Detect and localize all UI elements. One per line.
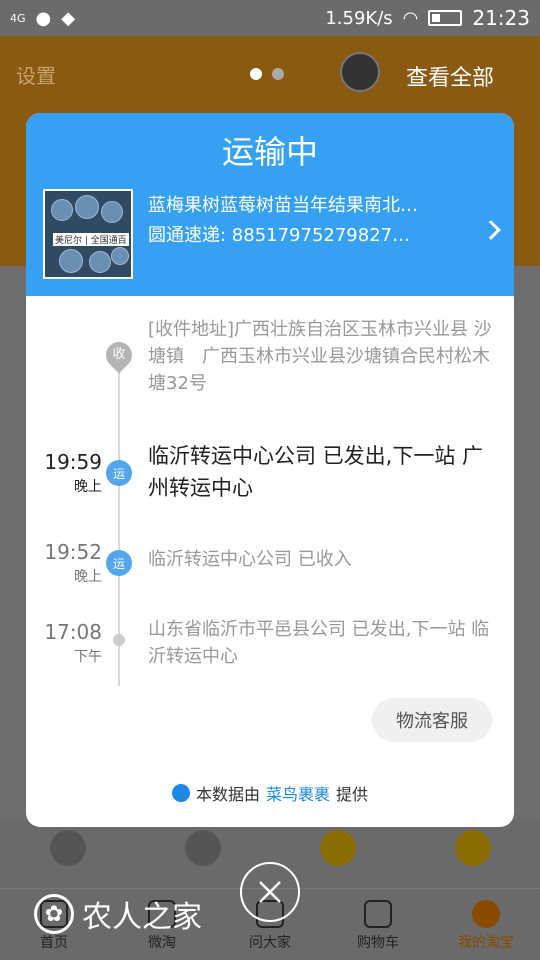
watermark: ✿ 农人之家 xyxy=(34,892,202,936)
delivery-address: [收件地址]广西壮族自治区玉林市兴业县 沙塘镇 广西玉林市兴业县沙塘镇合民村松木… xyxy=(148,319,492,394)
tracking-timeline: 收 [收件地址]广西壮族自治区玉林市兴业县 沙塘镇 广西玉林市兴业县沙塘镇合民村… xyxy=(26,296,514,766)
modal-header[interactable]: 运输中 美尼尔 | 全国通百 蓝梅果树蓝莓树苗当年结果南北… 圆通速递: 885… xyxy=(26,113,514,296)
transit-node-icon: 运 xyxy=(106,550,132,576)
refund-icon xyxy=(184,830,221,866)
event-text: 临沂转运中心公司 已收入 xyxy=(148,549,352,570)
transit-node-icon: 运 xyxy=(106,460,132,486)
event-ampm: 晚上 xyxy=(74,479,102,495)
logistics-modal: 运输中 美尼尔 | 全国通百 蓝梅果树蓝莓树苗当年结果南北… 圆通速递: 885… xyxy=(26,113,514,827)
signal-indicator: 4G xyxy=(10,11,26,25)
page-indicator xyxy=(250,68,284,80)
logistics-service-button[interactable]: 物流客服 xyxy=(372,698,492,742)
event-ampm: 晚上 xyxy=(74,569,102,585)
view-all-link[interactable]: 查看全部 xyxy=(406,60,494,92)
wechat-icon: ● xyxy=(35,7,52,29)
product-thumbnail[interactable]: 美尼尔 | 全国通百 xyxy=(43,189,133,279)
app-icon: ◆ xyxy=(61,7,76,29)
data-source-note: 本数据由 菜鸟裹裹 提供 xyxy=(26,781,514,805)
event-time: 19:52 xyxy=(44,540,102,564)
network-speed: 1.59K/s xyxy=(325,7,393,29)
event-text: 山东省临沂市平邑县公司 已发出,下一站 临沂转运中心 xyxy=(148,619,490,667)
ticket-icon xyxy=(49,830,86,866)
dot-node-icon xyxy=(113,634,125,646)
location-pin-icon: 收 xyxy=(100,336,138,374)
chevron-right-icon[interactable] xyxy=(481,220,501,240)
tab-my-taobao[interactable]: 我的淘宝 xyxy=(432,889,540,960)
event-time: 17:08 xyxy=(44,620,102,644)
wifi-icon: ◠ xyxy=(402,7,419,29)
cart-icon xyxy=(364,900,392,928)
user-icon xyxy=(472,900,500,928)
event-text: 临沂转运中心公司 已发出,下一站 广州转运中心 xyxy=(148,444,484,500)
shipping-status-title: 运输中 xyxy=(221,133,318,171)
close-icon xyxy=(259,881,281,903)
event-time: 19:59 xyxy=(44,450,102,474)
thumbnail-label: 美尼尔 | 全国通百 xyxy=(53,233,129,246)
event-ampm: 下午 xyxy=(74,649,102,665)
battery-icon xyxy=(428,10,463,26)
cainiao-link[interactable]: 菜鸟裹裹 xyxy=(266,781,330,805)
status-bar: 4G ● ◆ 1.59K/s ◠ 21:23 xyxy=(0,0,540,36)
avatar[interactable] xyxy=(340,52,380,92)
watermark-logo-icon: ✿ xyxy=(34,894,74,934)
bee-icon xyxy=(454,830,491,866)
close-button[interactable] xyxy=(240,862,300,922)
tracking-number: 圆通速递: 88517975279827… xyxy=(148,225,411,246)
product-title: 蓝梅果树蓝莓树苗当年结果南北… xyxy=(148,195,418,216)
settings-link[interactable]: 设置 xyxy=(16,60,56,89)
pen-icon xyxy=(319,830,356,866)
clock: 21:23 xyxy=(472,6,530,30)
cainiao-icon xyxy=(171,784,190,802)
tab-cart[interactable]: 购物车 xyxy=(324,889,432,960)
background-shortcuts xyxy=(0,830,540,866)
